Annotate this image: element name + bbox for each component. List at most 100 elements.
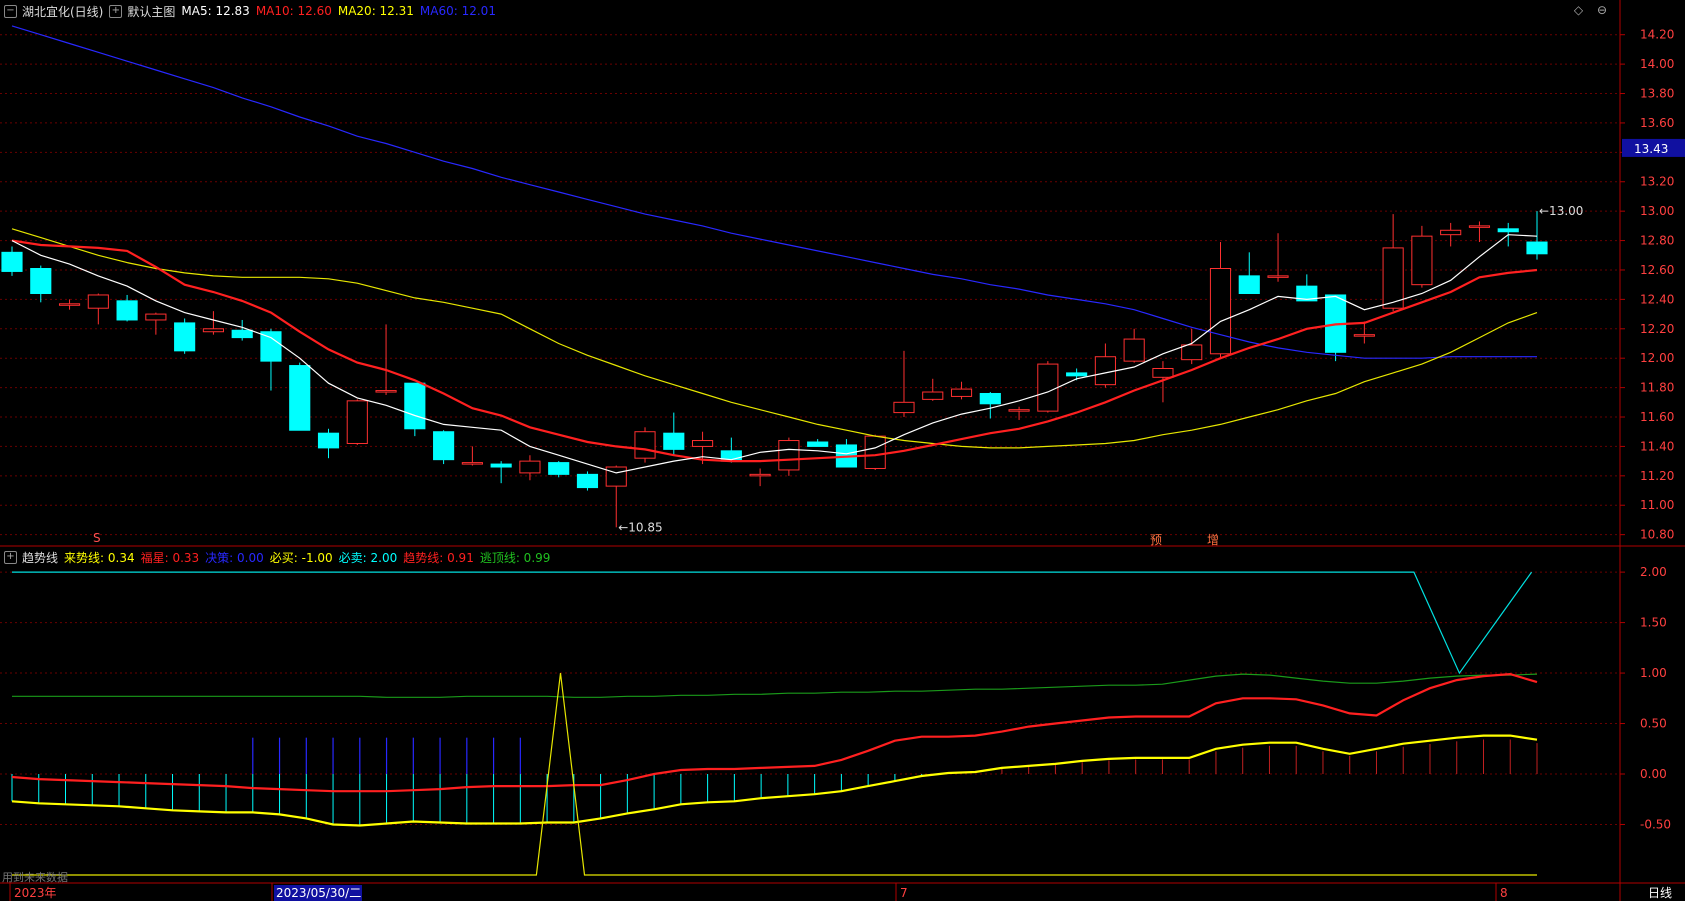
candle-body (807, 441, 829, 447)
candle-body (346, 400, 368, 444)
candle-body (605, 466, 627, 487)
price-tick-label: 11.80 (1640, 381, 1674, 395)
indicator-tick-label: 1.50 (1640, 616, 1667, 630)
left-tag: S (93, 531, 101, 545)
candle-body (231, 329, 253, 339)
period-label[interactable]: 日线 (1648, 886, 1672, 900)
price-tick-label: 14.00 (1640, 57, 1674, 71)
price-tick-label: 12.00 (1640, 351, 1674, 365)
candle-body (1411, 235, 1433, 286)
date-label: 2023/05/30/二 (276, 886, 361, 900)
candle-body (663, 432, 685, 450)
indicator-tick-label: 0.00 (1640, 767, 1667, 781)
candle-body (1, 251, 23, 272)
candle-body (519, 460, 541, 474)
indicator-legend-item-6: 逃顶线: 0.99 (479, 550, 551, 565)
candle-body (1353, 334, 1375, 337)
indicator-tick-label: 0.50 (1640, 717, 1667, 731)
price-tick-label: 12.20 (1640, 322, 1674, 336)
candle-body (174, 322, 196, 352)
main-chart-header: − 湖北宜化(日线) + 默认主图 MA5: 12.83 MA10: 12.60 M… (4, 2, 508, 20)
indicator-legend-item-0: 来势线: 0.34 (64, 550, 135, 565)
tag-zeng: 增 (1207, 533, 1220, 547)
candle-body (317, 432, 340, 449)
price-tick-label: 14.20 (1640, 28, 1674, 42)
candle-body (1267, 275, 1289, 278)
candle-body (30, 268, 52, 294)
candle-body (1008, 409, 1030, 412)
toolbar: ◇ ⊖ (1564, 3, 1607, 17)
price-tick-label: 12.60 (1640, 263, 1674, 277)
indicator-header: + 趋势线 来势线: 0.34 福星: 0.33 决策: 0.00 必买: -1.00… (4, 548, 562, 566)
price-tick-label: 12.40 (1640, 292, 1674, 306)
main-chart-name[interactable]: 默认主图 (127, 3, 175, 20)
candle-body (1382, 247, 1404, 309)
candle-body (58, 303, 81, 306)
candle-body (922, 391, 944, 400)
indicator-legend-item-5: 趋势线: 0.91 (403, 550, 474, 565)
candle-body (1468, 225, 1491, 228)
indicator-legend-item-1: 福星: 0.33 (140, 550, 200, 565)
candle-body (202, 328, 224, 333)
low-price-marker: ←10.85 (618, 520, 662, 534)
date-label: 7 (900, 886, 908, 900)
indicator-expand-icon[interactable]: + (4, 550, 17, 564)
high-price-marker: ←13.00 (1539, 204, 1583, 218)
zoom-out-icon[interactable]: ⊖ (1597, 3, 1607, 17)
candle-body (950, 388, 973, 397)
candle-body (1209, 268, 1232, 355)
candle-body (749, 473, 771, 477)
expand-icon[interactable]: + (109, 4, 123, 18)
indicator-legend: 来势线: 0.34 福星: 0.33 决策: 0.00 必买: -1.00 必卖: 2.… (64, 549, 556, 566)
candle-body (1238, 275, 1260, 294)
indicator-legend-item-3: 必买: -1.00 (269, 550, 333, 565)
candle-body (634, 431, 656, 459)
current-price-label: 13.43 (1634, 142, 1668, 156)
candle-body (145, 313, 167, 321)
candle-body (979, 392, 1001, 405)
price-tick-label: 13.20 (1640, 175, 1674, 189)
candle-body (1152, 367, 1174, 378)
candle-body (893, 401, 915, 414)
diamond-icon[interactable]: ◇ (1574, 3, 1583, 17)
candle-body (375, 390, 397, 393)
candle-body (1181, 344, 1203, 361)
ma-legend-item-2: MA20: 12.31 (337, 4, 414, 18)
indicator-name[interactable]: 趋势线 (22, 549, 58, 566)
candle-body (404, 382, 426, 430)
tag-yu: 预 (1150, 533, 1163, 547)
indicator-tick-label: 2.00 (1640, 565, 1667, 579)
ma20-line (11, 228, 1538, 449)
price-tick-label: 13.80 (1640, 87, 1674, 101)
candle-body (433, 431, 455, 461)
price-tick-label: 12.80 (1640, 234, 1674, 248)
candle-body (778, 440, 800, 471)
candle-body (1094, 356, 1116, 386)
price-tick-label: 13.00 (1640, 204, 1674, 218)
collapse-icon[interactable]: − (4, 4, 17, 18)
chart-frame: 14.2014.0013.8013.6013.4013.2013.0012.80… (0, 0, 1685, 901)
date-label: 8 (1500, 886, 1508, 900)
indicator-legend-item-2: 决策: 0.00 (205, 550, 264, 565)
candle-body (87, 294, 109, 309)
candle-body (260, 331, 282, 362)
candle-body (1497, 228, 1519, 233)
future-data-note: 用到未来数据 (2, 871, 68, 884)
price-tick-label: 11.00 (1640, 498, 1674, 512)
candle-body (116, 300, 138, 321)
price-tick-label: 10.80 (1640, 528, 1674, 542)
price-tick-label: 11.20 (1640, 469, 1674, 483)
ma-legend-item-1: MA10: 12.60 (255, 4, 332, 18)
ma-legend-item-0: MA5: 12.83 (181, 4, 250, 18)
candle-body (1526, 241, 1548, 255)
indicator-tick-label: 1.00 (1640, 666, 1667, 680)
stock-title: 湖北宜化(日线) (22, 4, 104, 19)
laishi-line (11, 734, 1538, 827)
candle-body (576, 473, 599, 489)
escape-line (12, 673, 1538, 698)
ma-legend-item-3: MA60: 12.01 (419, 4, 496, 18)
candle-body (1066, 372, 1088, 377)
candle-body (461, 462, 483, 465)
indicator-tick-label: -0.50 (1640, 817, 1671, 831)
candle-body (864, 435, 886, 469)
